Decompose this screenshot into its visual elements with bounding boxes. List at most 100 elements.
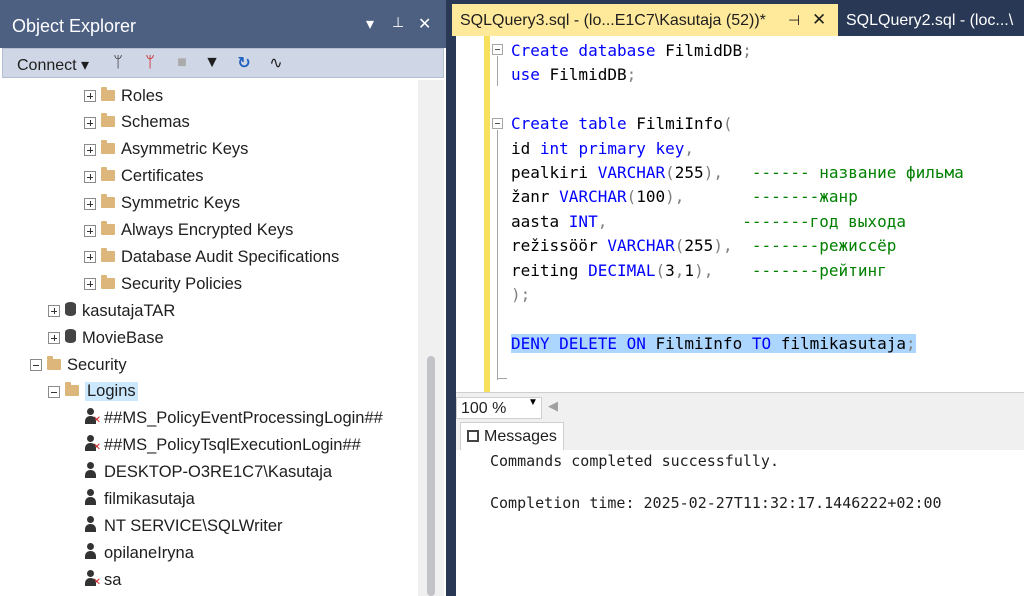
- close-icon[interactable]: ✕: [418, 14, 431, 34]
- login-user-icon: [84, 462, 98, 483]
- code-token: ;: [742, 41, 752, 60]
- tree-node[interactable]: Roles: [84, 83, 163, 109]
- tree-node[interactable]: Always Encrypted Keys: [84, 218, 293, 244]
- tree-node[interactable]: ✕ ##MS_PolicyEventProcessingLogin##: [84, 406, 383, 432]
- refresh-icon[interactable]: ↻: [233, 52, 255, 74]
- code-token: 255: [684, 236, 714, 256]
- zoom-bar: 100 % ▼ ◀: [456, 392, 1024, 422]
- code-token: reiting: [511, 260, 589, 280]
- expand-icon[interactable]: [84, 90, 96, 102]
- scroll-left-icon[interactable]: ◀: [548, 398, 558, 414]
- code-token: Create database: [511, 41, 666, 60]
- code-token: ),: [665, 187, 685, 207]
- code-line: Create database FilmidDB;: [511, 39, 752, 63]
- tree-node[interactable]: NT SERVICE\SQLWriter: [84, 513, 283, 539]
- tree-node[interactable]: ✕ ##MS_PolicyTsqlExecutionLogin##: [84, 433, 361, 459]
- code-token: );: [511, 285, 531, 304]
- tree-node-label: MovieBase: [82, 328, 164, 347]
- expand-icon[interactable]: [84, 224, 96, 237]
- folder-icon: [101, 221, 115, 240]
- activity-monitor-icon[interactable]: ∿: [265, 52, 287, 74]
- messages-pane[interactable]: Commands completed successfully. Complet…: [456, 450, 1024, 596]
- collapse-icon[interactable]: [48, 385, 60, 398]
- collapse-region-icon[interactable]: [492, 44, 503, 55]
- collapse-icon[interactable]: [30, 359, 42, 371]
- tree-node-label: Security: [67, 355, 127, 374]
- code-token: DECIMAL: [588, 260, 656, 280]
- tree-node-label: Certificates: [121, 167, 204, 186]
- pin-tab-icon[interactable]: ⊣: [788, 12, 800, 29]
- folder-icon: [101, 247, 115, 267]
- code-token: ),: [713, 236, 733, 256]
- object-explorer-titlebar: Object Explorer ▾ ⊥ ✕: [0, 0, 446, 48]
- expand-icon[interactable]: [48, 332, 60, 345]
- folder-icon: [65, 382, 79, 401]
- expand-icon[interactable]: [84, 170, 96, 183]
- tree-node[interactable]: DESKTOP-O3RE1C7\Kasutaja: [84, 460, 332, 486]
- expand-icon[interactable]: [84, 143, 96, 156]
- filter-icon[interactable]: ▼: [201, 52, 223, 74]
- tab-title: SQLQuery3.sql - (lo...E1C7\Kasutaja (52)…: [460, 12, 766, 29]
- tree-node[interactable]: Symmetric Keys: [84, 191, 240, 217]
- tab-sqlquery3[interactable]: SQLQuery3.sql - (lo...E1C7\Kasutaja (52)…: [452, 4, 838, 36]
- code-line: pealkiri VARCHAR(255), ------ название ф…: [511, 161, 964, 185]
- tree-node[interactable]: MovieBase: [48, 325, 164, 351]
- code-token: (: [674, 236, 685, 256]
- tree-node[interactable]: opilaneIryna: [84, 540, 194, 566]
- code-token: 100: [636, 187, 666, 207]
- expand-icon[interactable]: [84, 278, 96, 291]
- tree-node[interactable]: Database Audit Specifications: [84, 244, 339, 270]
- code-token: žanr: [511, 187, 560, 207]
- code-token: Create table: [511, 114, 637, 134]
- expand-icon[interactable]: [84, 251, 96, 264]
- tree-node[interactable]: Logins: [48, 379, 138, 405]
- tree-node[interactable]: Asymmetric Keys: [84, 137, 248, 163]
- folder-icon: [101, 274, 115, 294]
- code-token: ),: [694, 260, 714, 280]
- tree-node[interactable]: Security Policies: [84, 271, 242, 297]
- disabled-login-icon: ✕: [84, 435, 101, 456]
- code-line: use FilmidDB;: [511, 63, 636, 87]
- fold-guide-end: [497, 378, 507, 379]
- expand-icon[interactable]: [48, 305, 60, 318]
- chevron-down-icon[interactable]: ▼: [528, 397, 538, 408]
- tree-node[interactable]: kasutajaTAR: [48, 298, 175, 324]
- tree-node[interactable]: Certificates: [84, 164, 204, 190]
- auto-hide-pin-icon[interactable]: ⊥: [392, 14, 404, 31]
- tab-messages[interactable]: Messages: [460, 422, 564, 452]
- tree-node[interactable]: filmikasutaja: [84, 487, 195, 513]
- tree-node[interactable]: Schemas: [84, 110, 190, 136]
- close-tab-icon[interactable]: ✕: [812, 10, 826, 30]
- folder-icon: [101, 86, 115, 106]
- code-line: žanr VARCHAR(100), -------жанр: [511, 185, 858, 209]
- tree-node-label: Schemas: [121, 113, 190, 132]
- expand-icon[interactable]: [84, 197, 96, 210]
- messages-icon: [467, 430, 479, 442]
- code-token: (: [665, 163, 675, 182]
- query-editor[interactable]: Create database FilmidDB; use FilmidDB; Cr…: [456, 36, 1024, 392]
- code-token: use: [511, 65, 550, 85]
- code-token: FilmiInfo: [636, 114, 723, 134]
- code-token: -------рейтинг: [751, 260, 887, 280]
- tree-node[interactable]: Security: [30, 352, 127, 378]
- code-token: aasta: [511, 211, 569, 231]
- tree-scrollbar[interactable]: [418, 80, 444, 596]
- tab-sqlquery2[interactable]: SQLQuery2.sql - (loc...\: [838, 4, 1024, 36]
- tab-title: SQLQuery2.sql - (loc...\: [846, 12, 1014, 29]
- scrollbar-thumb[interactable]: [427, 356, 435, 596]
- stop-icon[interactable]: ■: [171, 52, 193, 74]
- code-token: režissöör: [511, 236, 608, 256]
- results-tabs: Messages: [456, 422, 1024, 452]
- code-token: ,: [597, 211, 608, 231]
- tree-node[interactable]: ✕ sa: [84, 567, 121, 593]
- window-position-dropdown-icon[interactable]: ▾: [366, 14, 374, 34]
- expand-icon[interactable]: [84, 116, 96, 129]
- disconnect-icon[interactable]: ᛘ: [139, 52, 161, 74]
- code-line: id int primary key,: [511, 137, 694, 161]
- connect-button[interactable]: Connect ▾: [17, 55, 89, 75]
- code-token: FilmidDB: [549, 65, 627, 85]
- connect-plug-icon[interactable]: ᛘ: [107, 52, 129, 74]
- database-icon: [65, 301, 76, 321]
- collapse-region-icon[interactable]: [492, 118, 503, 129]
